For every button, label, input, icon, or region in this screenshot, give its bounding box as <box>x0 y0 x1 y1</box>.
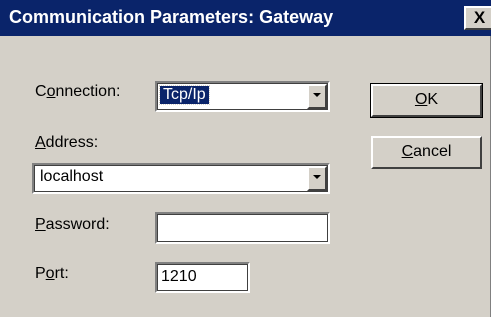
cancel-button-label-rest: ancel <box>413 143 452 160</box>
port-label-rest: rt: <box>54 265 69 282</box>
port-value: 1210 <box>161 268 197 285</box>
ok-button[interactable]: OK <box>370 83 483 118</box>
communication-parameters-dialog: Communication Parameters: Gateway X Conn… <box>0 0 491 317</box>
address-label: Address: <box>35 134 98 152</box>
port-field[interactable]: 1210 <box>155 262 250 293</box>
port-label-accelerator: o <box>45 265 55 282</box>
cancel-button[interactable]: Cancel <box>371 136 482 169</box>
connection-value: Tcp/Ip <box>159 85 210 105</box>
title-bar[interactable]: Communication Parameters: Gateway X <box>0 0 491 36</box>
connection-dropdown[interactable]: Tcp/Ip <box>155 81 330 112</box>
port-label: Port: <box>35 265 69 283</box>
connection-label: Connection: <box>35 83 120 101</box>
connection-label-rest: nnection: <box>55 83 121 100</box>
address-label-accelerator: A <box>35 134 46 151</box>
ok-button-label: OK <box>415 86 438 110</box>
address-dropdown-button[interactable] <box>307 166 327 191</box>
cancel-button-accelerator: C <box>401 143 414 160</box>
cancel-button-label: Cancel <box>402 138 452 162</box>
ok-button-label-rest: K <box>427 91 439 108</box>
password-label-rest: assword: <box>45 216 110 233</box>
close-icon: X <box>473 8 486 27</box>
ok-button-accelerator: O <box>414 91 428 108</box>
address-dropdown[interactable]: localhost <box>32 163 330 194</box>
window-title: Communication Parameters: Gateway <box>9 7 334 27</box>
port-label-start: P <box>35 265 46 282</box>
password-label: Password: <box>35 216 110 234</box>
password-label-accelerator: P <box>35 216 46 233</box>
connection-label-start: C <box>35 83 47 100</box>
address-value: localhost <box>40 168 104 185</box>
address-label-rest: ddress: <box>45 134 99 151</box>
connection-dropdown-button[interactable] <box>307 84 327 109</box>
close-button[interactable]: X <box>464 6 491 30</box>
password-field[interactable] <box>155 212 330 244</box>
